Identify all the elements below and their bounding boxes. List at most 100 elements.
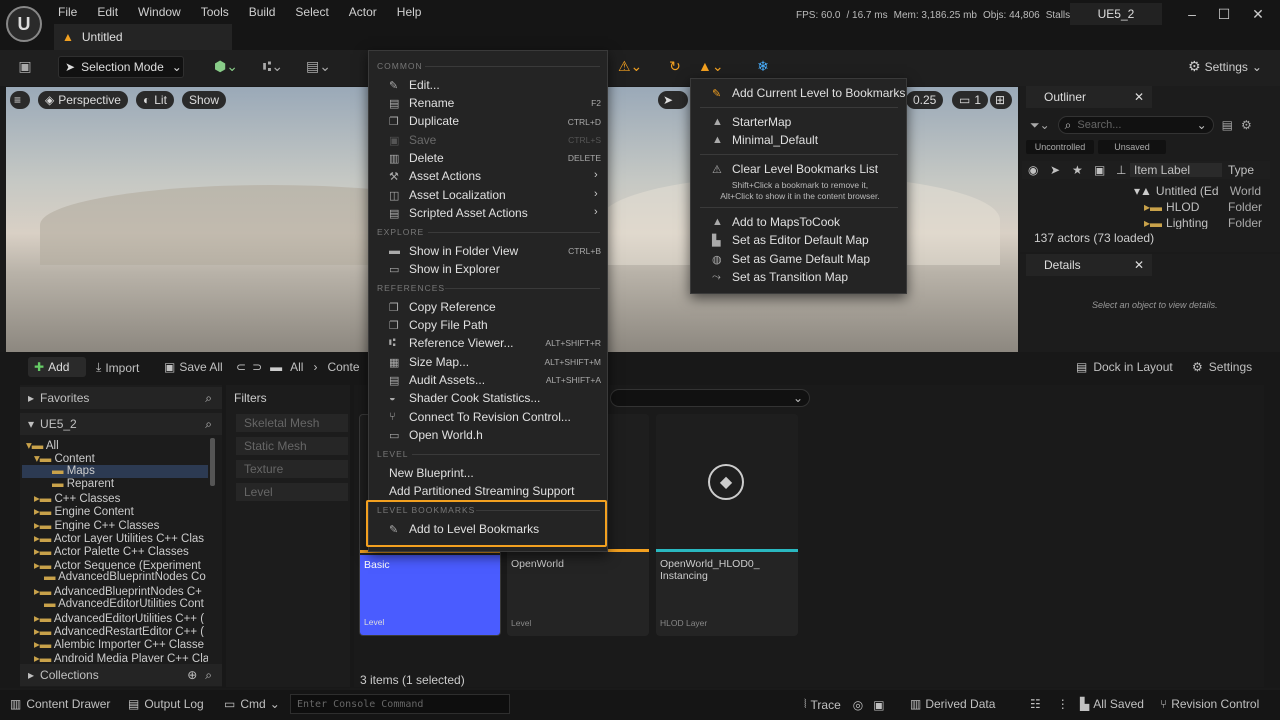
- outliner-search-input[interactable]: ⌕ Search... ⌄: [1057, 116, 1214, 134]
- add-button[interactable]: ✚ Add: [28, 357, 86, 377]
- dock-in-layout-button[interactable]: ▤ Dock in Layout: [1076, 360, 1173, 374]
- menu-item-clear-bookmarks[interactable]: ⚠ Clear Level Bookmarks List: [712, 160, 878, 178]
- menu-item-save[interactable]: ▣ Save: [389, 131, 436, 149]
- show-button[interactable]: Show: [182, 91, 227, 109]
- tree-item[interactable]: ▬ Reparent: [22, 478, 208, 491]
- search-icon[interactable]: ⌕: [205, 417, 212, 432]
- layout-icon[interactable]: ⊞: [990, 91, 1012, 109]
- menu-item-audit-assets[interactable]: ▤ Audit Assets...: [389, 371, 485, 389]
- menu-item-show-in-folder[interactable]: ▬ Show in Folder View: [389, 242, 518, 260]
- record-icon[interactable]: ◎: [853, 698, 863, 712]
- selection-mode-dropdown[interactable]: ➤ Selection Mode ⌄: [58, 56, 184, 78]
- tree-item[interactable]: ▸▬ Engine Content: [22, 504, 208, 517]
- tree-item[interactable]: ▸▬ Actor Palette C++ Classes: [22, 544, 208, 557]
- asset-search-input[interactable]: ⌄: [610, 389, 810, 407]
- trace-button[interactable]: ⦚ Trace ◎ ▣: [804, 697, 885, 712]
- filter-static-mesh[interactable]: Static Mesh: [236, 437, 348, 455]
- table-row[interactable]: ▸▬ Lighting Folder: [1134, 215, 1264, 229]
- all-saved-button[interactable]: ▙ All Saved: [1080, 697, 1144, 711]
- table-row[interactable]: ▾▲ Untitled (Ed World: [1134, 183, 1264, 199]
- collections-header[interactable]: ▸ Collections ⊕ ⌕: [20, 664, 222, 686]
- menu-file[interactable]: File: [58, 5, 77, 19]
- menu-item-copy-reference[interactable]: ❐ Copy Reference: [389, 298, 496, 316]
- menu-item-new-blueprint[interactable]: New Blueprint...: [389, 464, 474, 482]
- visibility-icon[interactable]: ◉: [1028, 163, 1050, 177]
- menu-item-delete[interactable]: ▥ Delete: [389, 149, 444, 167]
- filter-texture[interactable]: Texture: [236, 460, 348, 478]
- menu-item-revision-control[interactable]: ⑂ Connect To Revision Control...: [389, 408, 571, 426]
- filter-icon[interactable]: ⏷⌄: [1030, 118, 1050, 133]
- settings-button[interactable]: ⚙ Settings ⌄: [1188, 58, 1262, 75]
- history-back-icon[interactable]: ⊂: [236, 360, 246, 374]
- table-row[interactable]: ▸▬ HLOD Folder: [1134, 199, 1264, 215]
- tree-item[interactable]: ▸▬ Engine C++ Classes: [22, 518, 208, 531]
- level-bookmarks-icon[interactable]: ▲⌄: [698, 58, 724, 78]
- camera-speed-button[interactable]: ▭ 1: [952, 91, 989, 109]
- menu-select[interactable]: Select: [295, 5, 328, 19]
- tree-item[interactable]: ▸▬ Actor Sequence (Experiment: [22, 558, 208, 571]
- menu-actor[interactable]: Actor: [349, 5, 377, 19]
- tree-item[interactable]: ▸▬ Alembic Importer C++ Classe: [22, 637, 208, 650]
- save-all-button[interactable]: ▣ Save All: [164, 360, 223, 374]
- menu-item-add-streaming[interactable]: Add Partitioned Streaming Support: [389, 482, 574, 500]
- viewport-menu-icon[interactable]: ≡: [10, 91, 30, 109]
- add-actor-icon[interactable]: ⬢⌄: [214, 58, 238, 78]
- close-icon[interactable]: ✕: [1134, 90, 1144, 104]
- menu-item-edit[interactable]: ✎ Edit...: [389, 76, 440, 94]
- tree-item[interactable]: ▾▬ Content: [22, 451, 208, 464]
- cinematics-icon[interactable]: ▤⌄: [306, 58, 331, 78]
- select-tool-icon[interactable]: ➤: [658, 91, 688, 109]
- menu-item-game-default-map[interactable]: ◍ Set as Game Default Map: [712, 250, 870, 268]
- cmd-dropdown[interactable]: ▭ Cmd ⌄: [224, 697, 280, 711]
- menu-item-reference-viewer[interactable]: ⑆ Reference Viewer...: [389, 334, 514, 352]
- history-forward-icon[interactable]: ⊃: [252, 360, 262, 374]
- type-column[interactable]: Type: [1222, 163, 1254, 177]
- tree-item[interactable]: ▸▬ AdvancedEditorUtilities C++ (: [22, 611, 208, 624]
- more-icon[interactable]: ⋮: [1057, 697, 1069, 711]
- menu-item-asset-localization[interactable]: ◫ Asset Localization: [389, 186, 506, 204]
- menu-help[interactable]: Help: [397, 5, 422, 19]
- favorite-icon[interactable]: ★: [1072, 163, 1094, 177]
- revision-control-button[interactable]: ⑂ Revision Control: [1160, 697, 1259, 711]
- lit-button[interactable]: ◐ Lit: [136, 91, 174, 109]
- favorites-header[interactable]: ▸ Favorites ⌕: [20, 387, 222, 409]
- bookmark-startermap[interactable]: ▲ StarterMap: [712, 113, 791, 131]
- pin-icon[interactable]: ⊥: [1116, 163, 1130, 177]
- cb-settings-button[interactable]: ⚙ Settings: [1192, 360, 1252, 374]
- menu-item-duplicate[interactable]: ❐ Duplicate: [389, 112, 459, 130]
- tree-item[interactable]: ▸▬ Actor Layer Utilities C++ Clas: [22, 531, 208, 544]
- console-input[interactable]: Enter Console Command: [290, 694, 510, 714]
- filter-level[interactable]: Level: [236, 483, 348, 501]
- menu-item-asset-actions[interactable]: ⚒ Asset Actions: [389, 167, 481, 185]
- save-level-icon[interactable]: ▣: [14, 58, 36, 78]
- tree-item[interactable]: ▸▬ C++ Classes: [22, 491, 208, 504]
- menu-item-editor-default-map[interactable]: ▙ Set as Editor Default Map: [712, 231, 869, 249]
- settings-icon[interactable]: ⚙: [1241, 118, 1252, 132]
- selectable-icon[interactable]: ➤: [1050, 163, 1072, 177]
- derived-data-button[interactable]: ▥ Derived Data: [910, 697, 995, 711]
- menu-build[interactable]: Build: [249, 5, 276, 19]
- play-mode-icon[interactable]: ↻: [664, 58, 686, 78]
- menu-edit[interactable]: Edit: [97, 5, 118, 19]
- search-icon[interactable]: ⌕: [205, 391, 212, 406]
- lock-icon[interactable]: ▣: [1094, 163, 1116, 177]
- menu-item-add-current-level[interactable]: ✎ Add Current Level to Bookmarks: [712, 84, 905, 102]
- breadcrumb-all[interactable]: All: [290, 360, 303, 374]
- menu-item-size-map[interactable]: ▦ Size Map...: [389, 353, 469, 371]
- platform-icon[interactable]: ⚠⌄: [618, 58, 642, 78]
- perspective-button[interactable]: ◈ Perspective: [38, 91, 128, 109]
- close-icon[interactable]: ✕: [1134, 258, 1144, 272]
- menu-tools[interactable]: Tools: [201, 5, 229, 19]
- breadcrumb-content[interactable]: Conte: [327, 360, 359, 374]
- close-window-icon[interactable]: ✕: [1248, 6, 1268, 26]
- filter-skeletal-mesh[interactable]: Skeletal Mesh: [236, 414, 348, 432]
- tree-item[interactable]: ▬ Maps: [22, 464, 208, 478]
- menu-item-transition-map[interactable]: ⤳ Set as Transition Map: [712, 268, 848, 286]
- import-button[interactable]: ⤓ Import: [96, 360, 139, 375]
- menu-window[interactable]: Window: [138, 5, 181, 19]
- menu-item-shader-cook[interactable]: ◒ Shader Cook Statistics...: [389, 389, 540, 407]
- tree-item[interactable]: ▸▬ Android Media Player C++ Cla: [22, 651, 208, 662]
- project-header[interactable]: ▾ UE5_2 ⌕: [20, 413, 222, 435]
- tree-item[interactable]: ▾▬ All: [22, 438, 208, 451]
- minimize-icon[interactable]: –: [1182, 6, 1202, 26]
